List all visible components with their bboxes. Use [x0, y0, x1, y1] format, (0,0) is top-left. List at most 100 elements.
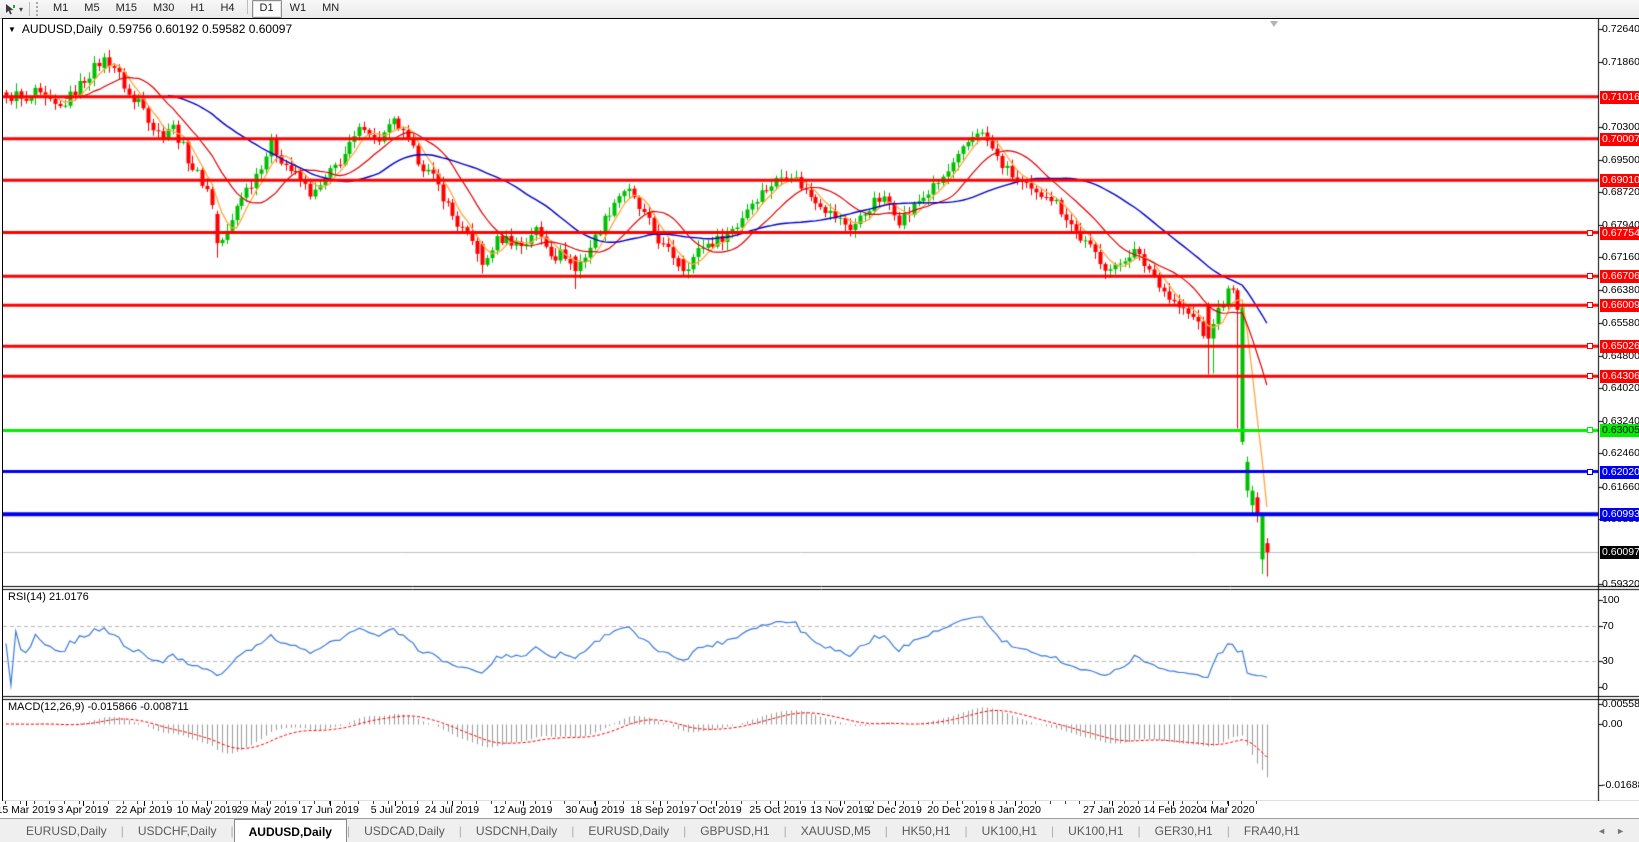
- chart-tab-usdcnh-daily[interactable]: USDCNH,Daily: [462, 819, 571, 842]
- date-tick-label: 22 Apr 2019: [116, 804, 173, 816]
- chart-tab-xauusd-m5[interactable]: XAUUSD,M5: [787, 819, 885, 842]
- date-minor-tick: [785, 801, 786, 804]
- level-drag-handle[interactable]: [1587, 230, 1593, 236]
- chart-tab-eurusd-daily[interactable]: EURUSD,Daily: [574, 819, 683, 842]
- date-axis[interactable]: 15 Mar 20193 Apr 201922 Apr 201910 May 2…: [2, 801, 1639, 818]
- price-tick-label: 0.69500: [1602, 154, 1639, 167]
- date-minor-tick: [1212, 801, 1213, 804]
- price-tick-label: 0.65580: [1602, 317, 1639, 330]
- timeframe-button-d1[interactable]: D1: [252, 0, 282, 18]
- macd-axis-label: 0.005587: [1602, 698, 1639, 711]
- date-minor-tick: [123, 801, 124, 804]
- timeframe-button-mn[interactable]: MN: [314, 0, 347, 18]
- level-price-label[interactable]: 0.69010: [1600, 174, 1639, 187]
- date-minor-tick: [79, 801, 80, 804]
- date-minor-tick: [756, 801, 757, 804]
- level-drag-handle[interactable]: [1587, 427, 1593, 433]
- level-drag-handle[interactable]: [1587, 273, 1593, 279]
- level-price-label[interactable]: 0.63005: [1600, 424, 1639, 437]
- date-tick-label: 27 Jan 2020: [1083, 804, 1141, 816]
- level-drag-handle[interactable]: [1587, 302, 1593, 308]
- chart-pointer-button[interactable]: ▾: [0, 3, 25, 16]
- date-minor-tick: [873, 801, 874, 804]
- date-minor-tick: [918, 801, 919, 804]
- date-minor-tick: [741, 801, 742, 804]
- date-minor-tick: [270, 801, 271, 804]
- date-minor-tick: [64, 801, 65, 804]
- macd-indicator-label: MACD(12,26,9) -0.015866 -0.008711: [8, 701, 189, 713]
- date-tick-label: 12 Aug 2019: [494, 804, 553, 816]
- chart-dropdown-icon[interactable]: ▼: [8, 25, 16, 34]
- timeframe-button-h4[interactable]: H4: [212, 0, 242, 18]
- chart-tab-gbpusd-h1[interactable]: GBPUSD,H1: [686, 819, 783, 842]
- date-minor-tick: [962, 801, 963, 804]
- date-minor-tick: [638, 801, 639, 804]
- timeframe-button-h1[interactable]: H1: [182, 0, 212, 18]
- chart-tab-uk100-h1[interactable]: UK100,H1: [968, 819, 1051, 842]
- level-price-label[interactable]: 0.70007: [1600, 133, 1639, 146]
- chart-tab-eurusd-daily[interactable]: EURUSD,Daily: [12, 819, 121, 842]
- toolbar-grip: [36, 2, 41, 16]
- date-minor-tick: [550, 801, 551, 804]
- rsi-axis-label: 0: [1602, 681, 1639, 694]
- date-minor-tick: [1241, 801, 1242, 804]
- level-price-label[interactable]: 0.67754: [1600, 227, 1639, 240]
- date-minor-tick: [1197, 801, 1198, 804]
- chart-pointer-icon: [4, 3, 17, 16]
- level-price-label[interactable]: 0.60993: [1600, 508, 1639, 521]
- macd-axis-label: -0.016887: [1602, 779, 1639, 792]
- level-drag-handle[interactable]: [1587, 373, 1593, 379]
- date-minor-tick: [1094, 801, 1095, 804]
- date-tick-label: 29 May 2019: [237, 804, 298, 816]
- timeframe-toolbar: ▾ M1M5M15M30H1H4 D1W1MN: [0, 0, 1639, 19]
- tab-scroll-left-icon[interactable]: ◄: [1597, 826, 1606, 836]
- chart-tab-hk50-h1[interactable]: HK50,H1: [888, 819, 965, 842]
- date-tick-label: 17 Jun 2019: [301, 804, 359, 816]
- date-minor-tick: [329, 801, 330, 804]
- date-minor-tick: [932, 801, 933, 804]
- date-tick-label: 8 Jan 2020: [989, 804, 1041, 816]
- date-minor-tick: [594, 801, 595, 804]
- price-tick-label: 0.71860: [1602, 56, 1639, 69]
- timeframe-button-m30[interactable]: M30: [145, 0, 182, 18]
- date-minor-tick: [476, 801, 477, 804]
- date-minor-tick: [608, 801, 609, 804]
- timeframe-button-m1[interactable]: M1: [45, 0, 76, 18]
- level-price-label[interactable]: 0.62020: [1600, 466, 1639, 479]
- chart-tab-fra40-h1[interactable]: FRA40,H1: [1230, 819, 1314, 842]
- level-drag-handle[interactable]: [1587, 469, 1593, 475]
- timeframe-button-m15[interactable]: M15: [108, 0, 145, 18]
- date-tick-label: 3 Apr 2019: [58, 804, 109, 816]
- chart-shift-marker-icon[interactable]: [1270, 21, 1278, 27]
- level-price-label[interactable]: 0.64306: [1600, 370, 1639, 383]
- level-drag-handle[interactable]: [1587, 343, 1593, 349]
- chart-tab-usdchf-daily[interactable]: USDCHF,Daily: [124, 819, 231, 842]
- chart-tab-usdcad-daily[interactable]: USDCAD,Daily: [350, 819, 459, 842]
- chart-tab-ger30-h1[interactable]: GER30,H1: [1141, 819, 1227, 842]
- tab-scroll-right-icon[interactable]: ►: [1616, 826, 1625, 836]
- date-minor-tick: [1124, 801, 1125, 804]
- level-price-label[interactable]: 0.65026: [1600, 340, 1639, 353]
- chart-tab-uk100-h1[interactable]: UK100,H1: [1054, 819, 1137, 842]
- price-tick-label: 0.67160: [1602, 251, 1639, 264]
- date-minor-tick: [888, 801, 889, 804]
- chart-title: ▼ AUDUSD,Daily 0.59756 0.60192 0.59582 0…: [8, 22, 292, 36]
- price-tick-label: 0.68720: [1602, 186, 1639, 199]
- chart-tab-audusd-daily[interactable]: AUDUSD,Daily: [234, 819, 347, 842]
- date-minor-tick: [564, 801, 565, 804]
- date-minor-tick: [358, 801, 359, 804]
- chart-symbol-period: AUDUSD,Daily: [22, 22, 103, 36]
- date-minor-tick: [402, 801, 403, 804]
- timeframe-button-m5[interactable]: M5: [76, 0, 107, 18]
- date-tick-label: 18 Sep 2019: [630, 804, 690, 816]
- level-price-label[interactable]: 0.66706: [1600, 270, 1639, 283]
- date-minor-tick: [1065, 801, 1066, 804]
- date-minor-tick: [152, 801, 153, 804]
- price-chart-canvas[interactable]: [3, 19, 1639, 802]
- level-price-label[interactable]: 0.71016: [1600, 91, 1639, 104]
- timeframe-button-w1[interactable]: W1: [282, 0, 315, 18]
- date-minor-tick: [711, 801, 712, 804]
- level-price-label[interactable]: 0.66009: [1600, 299, 1639, 312]
- date-minor-tick: [1079, 801, 1080, 804]
- price-tick-label: 0.61660: [1602, 481, 1639, 494]
